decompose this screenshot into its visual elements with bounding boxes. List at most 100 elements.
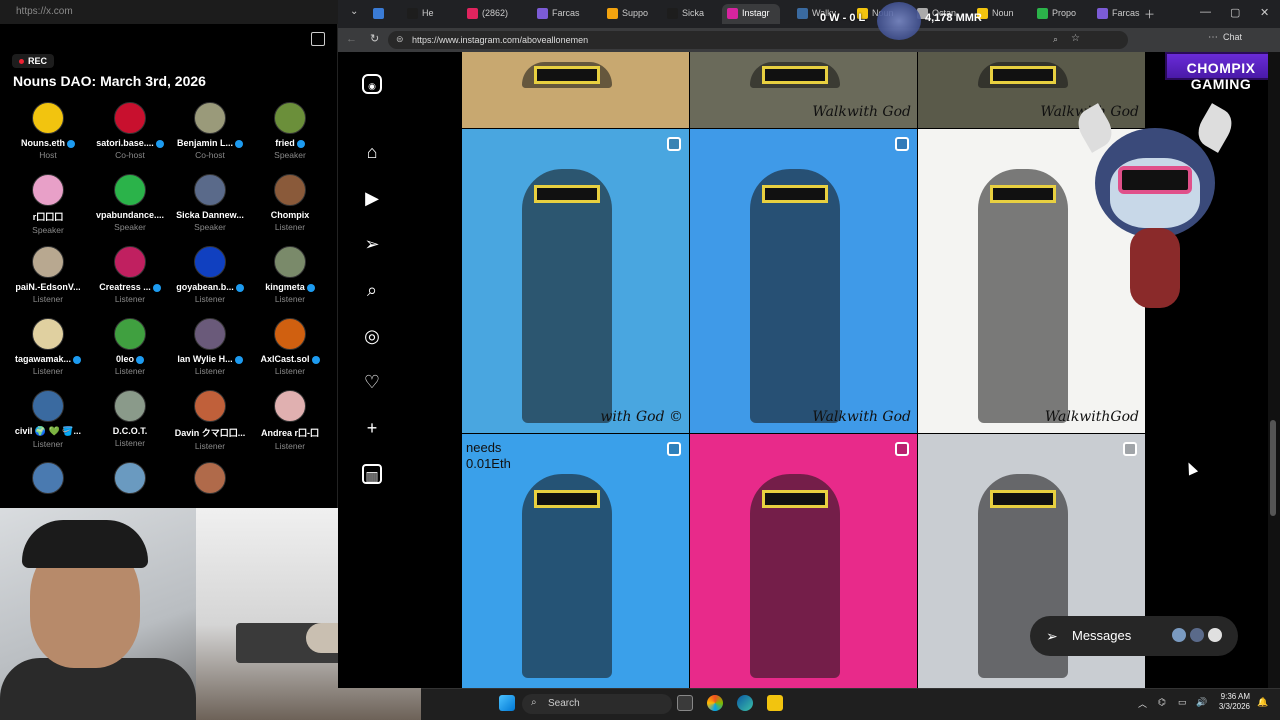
participant[interactable]: satori.base.... Co-host [89,102,171,160]
volume-icon[interactable]: 🔊 [1196,697,1207,708]
participant[interactable]: Andrea r囗-囗 Listener [249,390,331,451]
participant-role: Listener [32,366,64,376]
participant[interactable]: r囗囗囗 Speaker [7,174,89,235]
participant[interactable]: Davin クマ口囗... Listener [169,390,251,451]
edge-icon[interactable] [737,695,753,711]
participant[interactable]: Nouns.eth Host [7,102,89,160]
notification-bell-icon[interactable]: 🔔 [1257,697,1268,708]
message-avatar [1188,626,1206,644]
browser-tab[interactable] [368,4,392,24]
participant-role: Listener [274,294,306,304]
participant-role: Listener [194,294,226,304]
participant-name: Andrea r囗-囗 [260,428,319,438]
search-icon[interactable]: ⌕ [362,280,382,300]
rec-badge: REC [12,54,55,68]
file-explorer-icon[interactable] [767,695,783,711]
popout-icon[interactable] [311,32,325,46]
participant-role: Listener [32,439,64,449]
instagram-logo-icon[interactable]: ◉ [362,74,382,94]
more-icon[interactable]: ⋯ [1208,32,1218,43]
scrollbar-thumb[interactable] [1270,420,1276,516]
home-icon[interactable]: ⌂ [362,142,382,162]
profile-post[interactable]: needs 0.01Eth [462,434,689,688]
participant[interactable]: fried Speaker [249,102,331,160]
taskbar-search[interactable]: ⌕ Search [522,694,672,714]
browser-tab[interactable]: Farcas [532,4,590,24]
close-window-icon[interactable]: ✕ [1260,6,1269,19]
create-plus-icon[interactable]: + [362,418,382,438]
verified-badge-icon [311,355,320,364]
tab-favicon-icon [373,8,384,19]
messages-button[interactable]: ➢ Messages [1030,616,1238,656]
browser-tab[interactable]: (2862) [462,4,520,24]
reload-icon[interactable]: ↻ [370,32,379,45]
browser-tab[interactable]: Propo [1032,4,1080,24]
participant[interactable]: Sicka Dannew... Speaker [169,174,251,232]
participant[interactable]: vpabundance.... Speaker [89,174,171,232]
participant[interactable]: Benjamin L... Co-host [169,102,251,160]
back-icon[interactable]: ← [346,33,357,45]
participant[interactable]: civil 🌍 💚 🪣... Listener [7,390,89,449]
illustrated-figure [522,169,612,423]
browser-tab[interactable]: Suppo [602,4,650,24]
tab-list-button[interactable]: ⌄ [344,4,364,24]
participant[interactable] [89,462,171,494]
page-scrollbar[interactable] [1268,52,1280,688]
maximize-icon[interactable]: ▢ [1230,6,1240,19]
browser-tab[interactable]: Instagr [722,4,780,24]
zoom-icon[interactable]: ⌕ [1053,34,1058,45]
noggles-glasses-icon [762,490,828,508]
browser-tab[interactable]: He [402,4,450,24]
send-icon: ➢ [1046,628,1058,644]
site-info-icon[interactable]: ⊜ [396,34,404,45]
participant[interactable]: goyabean.b... Listener [169,246,251,304]
profile-post[interactable] [690,434,917,688]
post-signature: Walkwith God [812,409,911,425]
taskbar-clock[interactable]: 9:36 AM 3/3/2026 [1216,692,1250,712]
participant-avatar [194,462,226,494]
task-view-icon[interactable] [677,695,693,711]
star-icon[interactable]: ☆ [1071,33,1080,44]
profile-post[interactable]: Walkwith God [690,52,917,128]
copilot-icon[interactable] [707,695,723,711]
participant[interactable]: 0leo Listener [89,318,171,376]
start-windows-icon[interactable] [499,695,515,711]
reels-icon[interactable]: ▶ [362,188,382,208]
browser-tab[interactable]: Sicka [662,4,710,24]
participant[interactable]: Creatress ... Listener [89,246,171,304]
profile-post[interactable]: Walkwith God [690,129,917,433]
profile-post[interactable] [462,52,689,128]
browser-tab[interactable]: Farcas [1092,4,1150,24]
tab-label: Instagr [742,8,770,18]
participant[interactable] [169,462,251,494]
dashboard-icon[interactable]: ▥ [362,464,382,484]
noggles-glasses-icon [990,490,1056,508]
participant[interactable]: Chompix Listener [249,174,331,232]
participant[interactable]: AxlCast.sol Listener [249,318,331,376]
tray-chevron-icon[interactable]: ︿ [1138,697,1147,710]
participant-avatar [32,246,64,278]
participant[interactable]: kingmeta Listener [249,246,331,304]
chat-button[interactable]: Chat [1223,32,1242,42]
profile-post[interactable]: with God © [462,129,689,433]
x-url-bar[interactable]: https://x.com [0,0,338,24]
participant-role: Listener [274,222,306,232]
participant[interactable]: Ian Wylie H... Listener [169,318,251,376]
participant[interactable]: D.C.O.T. Listener [89,390,171,448]
participant[interactable]: paiN.-EdsonV... Listener [7,246,89,304]
direct-messages-icon[interactable]: ➢ [362,234,382,254]
new-tab-icon[interactable]: ＋ [1144,6,1155,22]
participant-avatar [114,462,146,494]
participant[interactable]: tagawamak... Listener [7,318,89,376]
notifications-heart-icon[interactable]: ♡ [362,372,382,392]
chevron-down-icon: ⌄ [350,6,359,17]
display-icon[interactable]: ▭ [1178,697,1187,708]
address-bar[interactable]: ⊜ https://www.instagram.com/aboveallonem… [388,31,1128,49]
participant-name: Ian Wylie H... [169,354,251,364]
minimize-icon[interactable]: — [1200,6,1211,18]
verified-badge-icon [155,139,164,148]
explore-icon[interactable]: ◎ [362,326,382,346]
network-icon[interactable]: ⌬ [1158,697,1166,708]
participant[interactable] [7,462,89,494]
chompix-gaming-logo: CHOMPIX GAMING [1165,52,1277,92]
